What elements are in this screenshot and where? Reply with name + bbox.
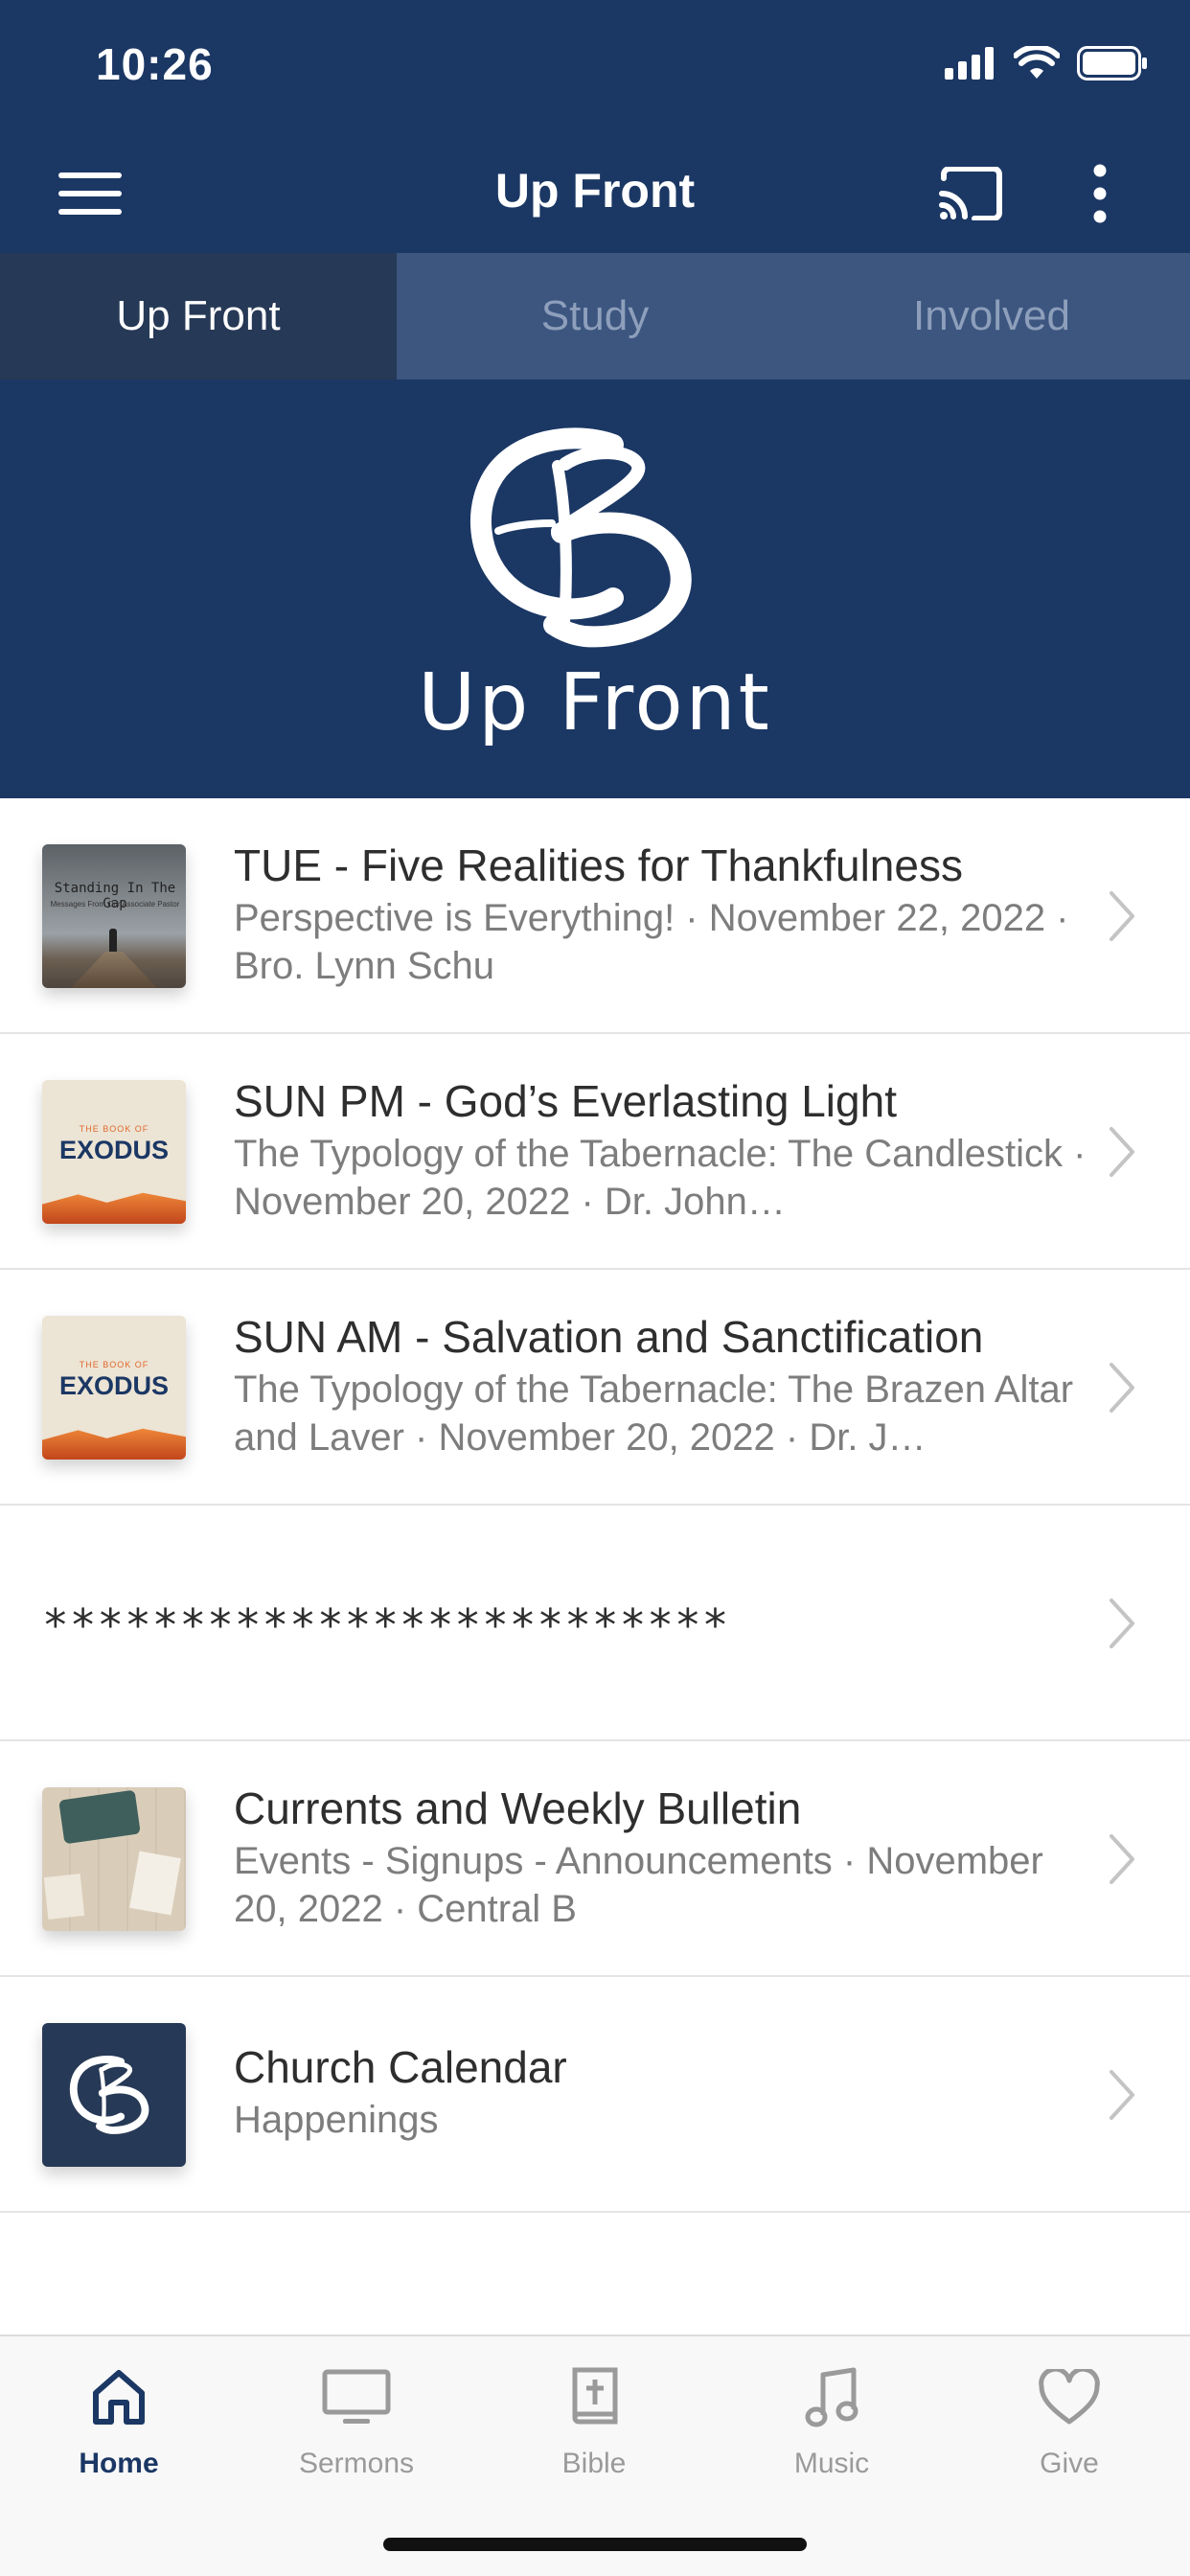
tabbar-give[interactable]: Give <box>973 2359 1165 2480</box>
tabbar-sermons[interactable]: Sermons <box>261 2359 452 2480</box>
tabbar-label: Home <box>79 2448 159 2479</box>
navigation-bar: Up Front <box>0 134 1190 253</box>
tabbar-bible[interactable]: Bible <box>498 2359 690 2480</box>
sand-dunes <box>42 1428 186 1460</box>
bible-icon <box>572 2367 618 2425</box>
tabbar-label: Music <box>793 2448 870 2479</box>
list-item[interactable]: ************************* <box>0 1506 1190 1741</box>
tabbar-music[interactable]: Music <box>736 2359 927 2480</box>
thumbnail-big-title: EXODUS <box>58 1136 170 1164</box>
section-tabs: Up Front Study Involved <box>0 253 1190 380</box>
hero-banner: Up Front <box>0 380 1190 798</box>
content-list: Standing In The Gap Messages From Our As… <box>0 798 1190 2213</box>
status-time: 10:26 <box>96 39 214 89</box>
item-subtitle: The Typology of the Tabernacle: The Braz… <box>234 1368 1074 1459</box>
thumbnail-exodus: THE BOOK OF EXODUS <box>42 1080 186 1224</box>
item-title: TUE - Five Realities for Thankfulness <box>234 840 963 890</box>
tabbar-home[interactable]: Home <box>23 2359 215 2480</box>
tabbar-label: Sermons <box>298 2448 415 2479</box>
tabbar-label: Bible <box>561 2448 627 2479</box>
item-title: SUN PM - God’s Everlasting Light <box>234 1076 897 1126</box>
pier <box>71 952 157 988</box>
thumbnail-typewriter <box>42 1787 186 1931</box>
list-item[interactable]: THE BOOK OF EXODUS SUN AM - Salvation an… <box>0 1270 1190 1506</box>
figure-on-pier <box>109 929 117 954</box>
page-title: Up Front <box>494 164 696 218</box>
chevron-right-icon <box>1110 1363 1134 1413</box>
tab-study[interactable]: Study <box>397 253 793 380</box>
item-title: ************************* <box>42 1599 730 1651</box>
monitor-icon <box>322 2369 391 2424</box>
chevron-right-icon <box>1110 1834 1134 1884</box>
chevron-right-icon <box>1110 1127 1134 1177</box>
list-item[interactable]: Church Calendar Happenings <box>0 1977 1190 2213</box>
list-item[interactable]: Standing In The Gap Messages From Our As… <box>0 798 1190 1034</box>
thumbnail-big-title: EXODUS <box>58 1371 170 1400</box>
cast-button[interactable] <box>933 155 1010 232</box>
typewriter <box>58 1789 141 1845</box>
thumbnail-subtitle: Messages From Our Associate Pastor <box>50 900 180 908</box>
item-subtitle: The Typology of the Tabernacle: The Cand… <box>234 1133 1087 1223</box>
thumbnail-small-title: THE BOOK OF <box>79 1124 149 1134</box>
hero-title: Up Front <box>418 657 772 748</box>
paper <box>43 1874 85 1920</box>
cb-logo <box>69 2056 149 2134</box>
item-subtitle: Happenings <box>234 2099 439 2141</box>
battery-icon <box>1077 46 1147 80</box>
wifi-icon <box>1014 46 1060 79</box>
item-title: Church Calendar <box>234 2042 567 2092</box>
list-item[interactable]: Currents and Weekly Bulletin Events - Si… <box>0 1741 1190 1977</box>
item-title: SUN AM - Salvation and Sanctification <box>234 1312 984 1362</box>
more-vertical-icon <box>1093 164 1107 223</box>
thumbnail-small-title: THE BOOK OF <box>79 1360 149 1369</box>
cast-icon <box>939 167 1002 220</box>
item-subtitle: Perspective is Everything! · November 22… <box>234 897 1069 987</box>
tab-up-front[interactable]: Up Front <box>0 253 397 380</box>
sand-dunes <box>42 1192 186 1224</box>
tabbar-label: Give <box>1040 2448 1099 2479</box>
heart-icon <box>1039 2369 1100 2425</box>
cb-logo <box>470 427 692 648</box>
chevron-right-icon <box>1110 1598 1134 1648</box>
more-options-button[interactable] <box>1062 155 1138 232</box>
home-indicator[interactable] <box>383 2538 807 2551</box>
music-note-icon <box>805 2367 858 2427</box>
home-icon <box>93 2370 145 2425</box>
chevron-right-icon <box>1110 891 1134 941</box>
chevron-right-icon <box>1110 2070 1134 2120</box>
item-subtitle: Events - Signups - Announcements · Novem… <box>234 1840 1043 1930</box>
paper <box>129 1851 181 1916</box>
thumbnail-cb-logo <box>42 2023 186 2167</box>
system-indicators <box>945 46 1148 80</box>
thumbnail-exodus: THE BOOK OF EXODUS <box>42 1316 186 1460</box>
thumbnail-standing-in-the-gap: Standing In The Gap Messages From Our As… <box>42 844 186 988</box>
cellular-signal-icon <box>945 47 994 80</box>
status-bar: 10:26 <box>0 0 1190 134</box>
tab-involved[interactable]: Involved <box>793 253 1190 380</box>
list-item[interactable]: THE BOOK OF EXODUS SUN PM - God’s Everla… <box>0 1034 1190 1270</box>
item-title: Currents and Weekly Bulletin <box>234 1783 802 1833</box>
